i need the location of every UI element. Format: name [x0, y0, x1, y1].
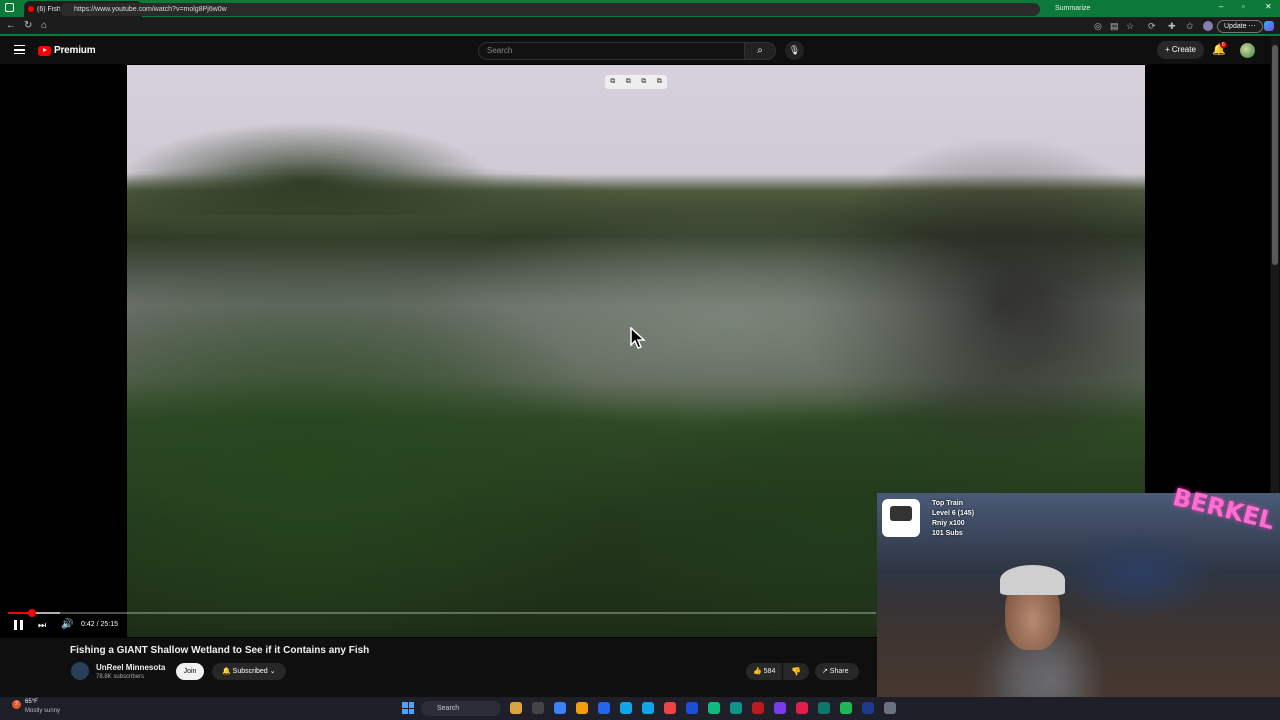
taskbar-app-icon[interactable]: [510, 702, 522, 714]
search-button[interactable]: ⌕: [744, 42, 776, 60]
favorite-icon[interactable]: ☆: [1126, 21, 1134, 32]
favorites-bar-icon[interactable]: ✩: [1186, 21, 1194, 32]
overlay-tool-icon[interactable]: ⧉: [657, 78, 662, 86]
youtube-logo[interactable]: Premium: [38, 45, 96, 56]
volume-button[interactable]: 🔊: [61, 619, 73, 630]
menu-icon[interactable]: [14, 45, 25, 54]
reader-icon[interactable]: ▤: [1110, 21, 1119, 32]
update-button[interactable]: Update ⋯: [1217, 20, 1263, 33]
window-close-button[interactable]: ✕: [1265, 2, 1272, 11]
weather-icon[interactable]: 2: [12, 700, 21, 709]
channel-name[interactable]: UnReel Minnesota: [96, 663, 165, 672]
tab-actions-icon[interactable]: [5, 3, 14, 12]
maximize-button[interactable]: ▫: [1242, 2, 1245, 11]
address-bar-row: [0, 17, 1280, 36]
weather-description: Mostly sunny: [25, 708, 61, 714]
reload-icon[interactable]: ↻: [24, 20, 32, 31]
minimize-button[interactable]: –: [1219, 2, 1223, 11]
update-label: Update: [1224, 23, 1247, 30]
dislike-button[interactable]: 👎: [783, 663, 809, 680]
join-button[interactable]: Join: [176, 663, 204, 680]
taskbar-search[interactable]: Search: [421, 701, 501, 716]
taskbar-app-icon[interactable]: [884, 702, 896, 714]
train-line: 101 Subs: [932, 530, 963, 537]
puzzle-icon[interactable]: ✚: [1168, 21, 1176, 32]
avatar[interactable]: [1240, 43, 1255, 58]
video-grass-left: [127, 230, 727, 630]
home-icon[interactable]: ⌂: [41, 20, 47, 31]
train-line: Rniy x100: [932, 520, 965, 527]
windows-start-icon[interactable]: [402, 702, 414, 714]
taskbar-app-icon[interactable]: [642, 702, 654, 714]
youtube-favicon-icon: [28, 6, 34, 12]
taskbar-app-icon[interactable]: [840, 702, 852, 714]
notification-count-badge: 6: [1220, 42, 1227, 48]
pause-button[interactable]: [14, 620, 23, 630]
overlay-tool-icon[interactable]: ⧉: [641, 78, 646, 86]
summarize-button[interactable]: Summarize: [1055, 5, 1090, 12]
windows-taskbar: [0, 697, 1280, 720]
progress-buffered: [32, 612, 60, 614]
subscribed-button[interactable]: 🔔 Subscribed ⌄: [212, 663, 286, 680]
profile-icon[interactable]: [1203, 21, 1213, 31]
create-button[interactable]: + Create: [1157, 41, 1204, 59]
share-button[interactable]: ↗ Share: [815, 663, 859, 680]
time-display: 0:42 / 25:15: [81, 621, 118, 628]
subscriber-count: 78.8K subscribers: [96, 674, 145, 680]
url-field[interactable]: https://www.youtube.com/watch?v=molg8Pj6…: [60, 3, 1040, 16]
extension-icon[interactable]: ◎: [1094, 21, 1102, 32]
back-icon[interactable]: ←: [6, 20, 16, 31]
overlay-tool-icon[interactable]: ⧉: [610, 78, 615, 86]
train-line: Top Train: [932, 500, 963, 507]
taskbar-app-icon[interactable]: [752, 702, 764, 714]
train-icon: [882, 499, 920, 537]
taskbar-app-icon[interactable]: [686, 702, 698, 714]
taskbar-app-icon[interactable]: [796, 702, 808, 714]
search-input[interactable]: Search: [478, 42, 744, 60]
taskbar-app-icon[interactable]: [554, 702, 566, 714]
channel-avatar[interactable]: [71, 662, 89, 680]
like-button[interactable]: 👍 584: [746, 663, 782, 680]
mic-icon[interactable]: 🎙: [785, 41, 804, 60]
taskbar-app-icon[interactable]: [664, 702, 676, 714]
taskbar-app-icon[interactable]: [708, 702, 720, 714]
next-button[interactable]: ⏭: [38, 620, 46, 631]
logo-text: Premium: [54, 45, 96, 56]
youtube-play-icon: [38, 45, 51, 56]
taskbar-app-icon[interactable]: [598, 702, 610, 714]
taskbar-app-icon[interactable]: [730, 702, 742, 714]
video-overlay-toolbar[interactable]: ⧉ ⧉ ⧉ ⧉: [605, 75, 667, 89]
overlay-tool-icon[interactable]: ⧉: [626, 78, 631, 86]
progress-bar[interactable]: [8, 612, 876, 614]
progress-scrubber[interactable]: [28, 609, 36, 617]
train-line: Level 6 (145): [932, 510, 975, 517]
video-title: Fishing a GIANT Shallow Wetland to See i…: [70, 645, 370, 656]
taskbar-app-icon[interactable]: [818, 702, 830, 714]
refresh-extension-icon[interactable]: ⟳: [1148, 21, 1156, 32]
taskbar-app-icon[interactable]: [774, 702, 786, 714]
streamer-cap: [1000, 565, 1065, 595]
copilot-icon[interactable]: [1264, 21, 1274, 31]
scrollbar-thumb[interactable]: [1272, 45, 1278, 265]
more-icon: ⋯: [1248, 23, 1256, 30]
taskbar-app-icon[interactable]: [532, 702, 544, 714]
taskbar-app-icon[interactable]: [620, 702, 632, 714]
weather-temperature[interactable]: 65°F: [25, 699, 38, 705]
taskbar-app-icon[interactable]: [862, 702, 874, 714]
hype-train-text: Top Train Level 6 (145) Rniy x100 101 Su…: [932, 499, 974, 539]
taskbar-app-icon[interactable]: [576, 702, 588, 714]
video-trees: [127, 65, 577, 215]
